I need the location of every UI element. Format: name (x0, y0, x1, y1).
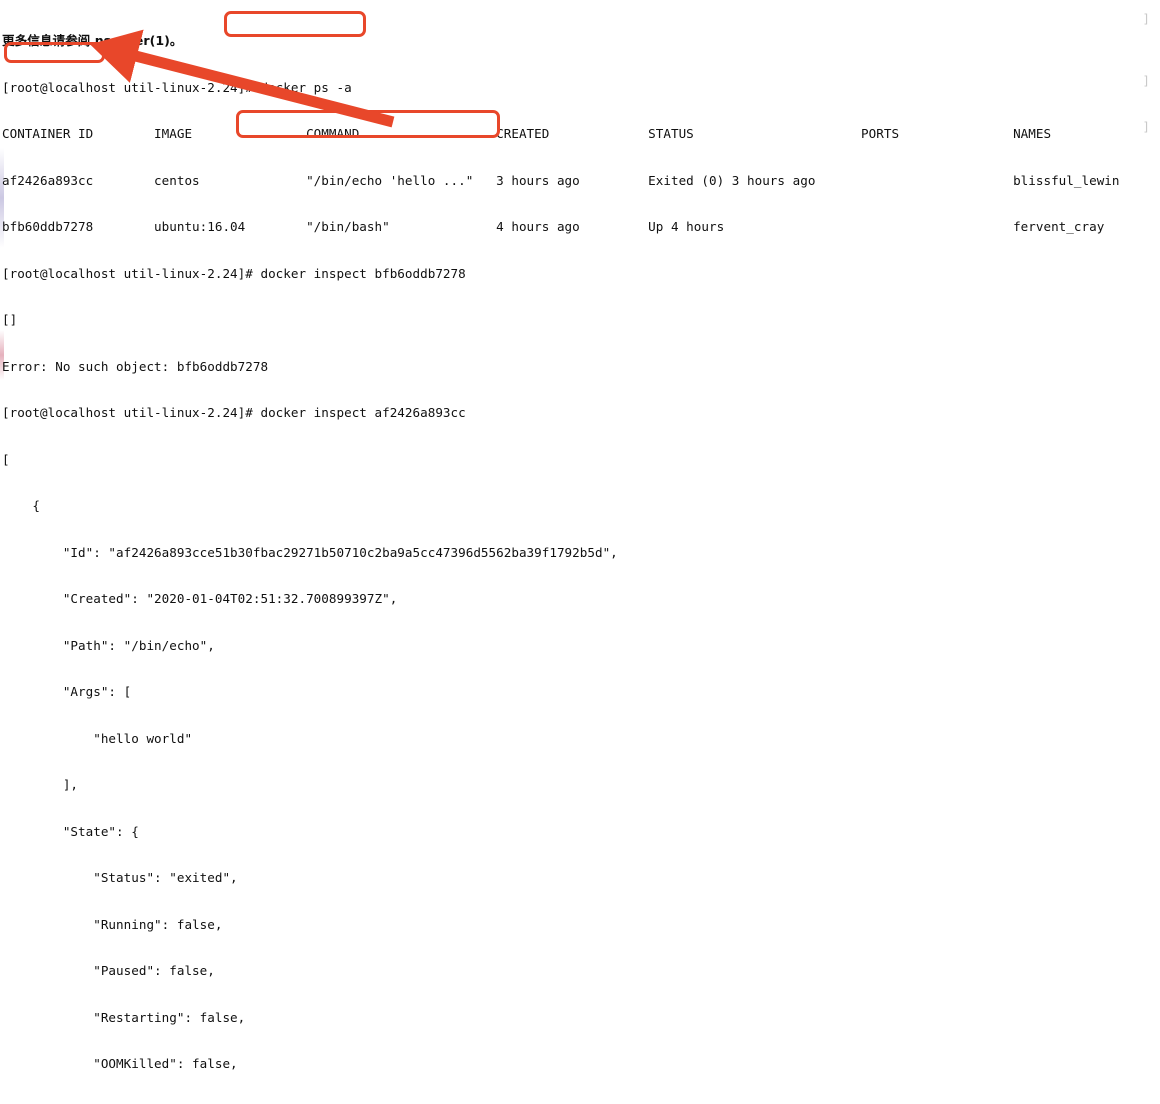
terminal-line-error: Error: No such object: bfb6oddb7278 (2, 359, 1160, 375)
json-field-state: "State": { (2, 824, 1160, 840)
json-field-id: "Id": "af2426a893cce51b30fbac29271b50710… (2, 545, 1160, 561)
json-field-args: "Args": [ (2, 684, 1160, 700)
terminal-line: ], (2, 777, 1160, 793)
terminal-line-empty-result: [] (2, 312, 1160, 328)
json-field-restarting: "Restarting": false, (2, 1010, 1160, 1026)
edge-residual-glyph: ] (1142, 73, 1150, 89)
ps-table-row: bfb60ddb7278 ubuntu:16.04 "/bin/bash" 4 … (2, 219, 1160, 235)
json-field-status: "Status": "exited", (2, 870, 1160, 886)
json-field-oomkilled: "OOMKilled": false, (2, 1056, 1160, 1072)
terminal-line-prompt-ps: [root@localhost util-linux-2.24]# docker… (2, 80, 1160, 96)
terminal-line: { (2, 498, 1160, 514)
json-value-args-item: "hello world" (2, 731, 1160, 747)
json-field-dead: "Dead": false, (2, 1103, 1160, 1104)
json-field-paused: "Paused": false, (2, 963, 1160, 979)
json-field-created: "Created": "2020-01-04T02:51:32.70089939… (2, 591, 1160, 607)
terminal-line-prompt-inspect-good: [root@localhost util-linux-2.24]# docker… (2, 405, 1160, 421)
json-field-running: "Running": false, (2, 917, 1160, 933)
terminal-line: 更多信息请参阅 nsenter(1)。 (2, 33, 1160, 49)
terminal-window: 更多信息请参阅 nsenter(1)。 [root@localhost util… (0, 0, 1160, 552)
ps-table-header: CONTAINER ID IMAGE COMMAND CREATED STATU… (2, 126, 1160, 142)
terminal-line-prompt-inspect-bad: [root@localhost util-linux-2.24]# docker… (2, 266, 1160, 282)
edge-residual-glyph: ] (1142, 11, 1150, 27)
terminal-output[interactable]: 更多信息请参阅 nsenter(1)。 [root@localhost util… (0, 0, 1160, 1104)
edge-residual-glyph: ] (1142, 119, 1150, 135)
json-field-path: "Path": "/bin/echo", (2, 638, 1160, 654)
ps-table-row: af2426a893cc centos "/bin/echo 'hello ..… (2, 173, 1160, 189)
terminal-line: [ (2, 452, 1160, 468)
